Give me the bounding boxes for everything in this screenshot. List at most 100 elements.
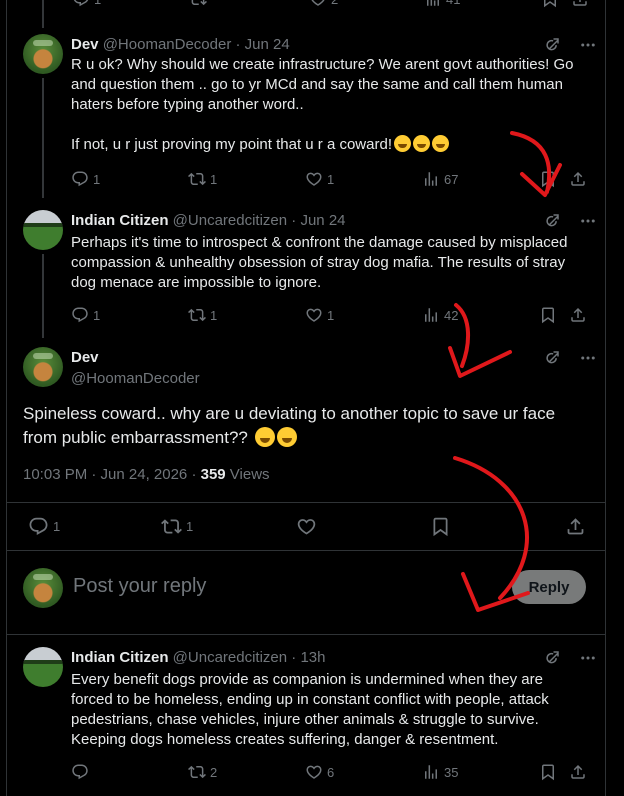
display-name[interactable]: Indian Citizen bbox=[71, 212, 169, 229]
bookmark-action[interactable] bbox=[430, 516, 451, 537]
like-action[interactable]: 1 bbox=[305, 306, 334, 324]
repost-action[interactable]: 2 bbox=[188, 763, 217, 781]
share-action[interactable] bbox=[569, 763, 587, 781]
thread-line bbox=[42, 0, 44, 28]
like-action[interactable]: 1 bbox=[305, 170, 334, 188]
divider bbox=[6, 634, 606, 635]
post-time[interactable]: 10:03 PM · Jun 24, 2026 · bbox=[23, 466, 201, 483]
tweet-actions: 1 1 1 42 bbox=[71, 306, 591, 326]
divider bbox=[6, 502, 606, 503]
tweet-text: Perhaps it's time to introspect & confro… bbox=[71, 234, 568, 291]
like-icon bbox=[305, 170, 323, 188]
repost-action[interactable] bbox=[189, 0, 207, 8]
thread-line bbox=[42, 254, 44, 338]
grok-icon[interactable] bbox=[543, 212, 561, 230]
repost-action[interactable]: 1 bbox=[161, 516, 193, 537]
tweet-header: Indian Citizen @Uncaredcitizen · Jun 24 bbox=[71, 212, 346, 229]
reply-action[interactable]: 1 bbox=[71, 170, 100, 188]
reply-avatar bbox=[23, 568, 63, 608]
views-icon bbox=[422, 763, 440, 781]
like-icon bbox=[305, 763, 323, 781]
repost-icon bbox=[161, 516, 182, 537]
more-icon[interactable] bbox=[579, 349, 597, 367]
tweet-header: Indian Citizen @Uncaredcitizen · 13h bbox=[71, 649, 326, 666]
grinning-sweat-emoji bbox=[254, 427, 275, 447]
views-action[interactable]: 35 bbox=[422, 763, 458, 781]
divider bbox=[6, 550, 606, 551]
focus-tweet-text: Spineless coward.. why are u deviating t… bbox=[23, 404, 556, 447]
bookmark-action[interactable] bbox=[539, 763, 557, 781]
views-icon bbox=[424, 0, 442, 8]
bookmark-action[interactable] bbox=[541, 0, 559, 8]
timestamp[interactable]: Jun 24 bbox=[245, 36, 290, 53]
grok-icon[interactable] bbox=[543, 36, 561, 54]
repost-icon bbox=[188, 170, 206, 188]
focus-tweet-meta: 10:03 PM · Jun 24, 2026 · 359 Views bbox=[23, 466, 270, 483]
focus-author: Dev @HoomanDecoder bbox=[71, 349, 200, 387]
repost-action[interactable]: 1 bbox=[188, 306, 217, 324]
share-icon bbox=[565, 516, 586, 537]
avatar[interactable] bbox=[23, 647, 63, 687]
display-name[interactable]: Indian Citizen bbox=[71, 649, 169, 666]
reply-icon bbox=[28, 516, 49, 537]
more-icon[interactable] bbox=[579, 36, 597, 54]
bookmark-icon bbox=[541, 0, 559, 8]
timestamp[interactable]: Jun 24 bbox=[300, 212, 345, 229]
repost-icon bbox=[189, 0, 207, 8]
bookmark-action[interactable] bbox=[539, 170, 557, 188]
share-action[interactable] bbox=[569, 306, 587, 324]
header-actions bbox=[543, 36, 597, 54]
avatar[interactable] bbox=[23, 347, 63, 387]
handle[interactable]: @HoomanDecoder bbox=[103, 36, 232, 53]
more-icon[interactable] bbox=[579, 212, 597, 230]
reply-icon bbox=[72, 0, 90, 8]
handle[interactable]: @Uncaredcitizen bbox=[173, 649, 287, 666]
grok-icon[interactable] bbox=[543, 349, 561, 367]
share-icon bbox=[569, 170, 587, 188]
reply-action[interactable]: 1 bbox=[72, 0, 101, 8]
header-actions bbox=[543, 649, 597, 667]
bookmark-icon bbox=[430, 516, 451, 537]
tweet-actions: 2 6 35 bbox=[71, 763, 591, 783]
thread-line bbox=[42, 78, 44, 198]
timestamp[interactable]: 13h bbox=[300, 649, 325, 666]
reply-action[interactable]: 1 bbox=[71, 306, 100, 324]
like-action[interactable] bbox=[296, 516, 317, 537]
avatar[interactable] bbox=[23, 210, 63, 250]
view-count: 359 bbox=[200, 466, 226, 483]
share-action[interactable] bbox=[569, 170, 587, 188]
grok-icon[interactable] bbox=[543, 649, 561, 667]
views-action[interactable]: 41 bbox=[424, 0, 460, 8]
like-action[interactable]: 6 bbox=[305, 763, 334, 781]
views-action[interactable]: 42 bbox=[422, 306, 458, 324]
grinning-sweat-emoji bbox=[393, 135, 411, 152]
repost-action[interactable]: 1 bbox=[188, 170, 217, 188]
handle[interactable]: @HoomanDecoder bbox=[71, 370, 200, 387]
reply-action[interactable] bbox=[71, 763, 89, 781]
grinning-sweat-emoji bbox=[276, 427, 297, 447]
share-action[interactable] bbox=[571, 0, 589, 8]
repost-icon bbox=[188, 306, 206, 324]
display-name[interactable]: Dev bbox=[71, 36, 99, 53]
grinning-sweat-emoji bbox=[431, 135, 449, 152]
like-action[interactable]: 2 bbox=[309, 0, 338, 8]
share-action[interactable] bbox=[565, 516, 586, 537]
reply-icon bbox=[71, 763, 89, 781]
display-name[interactable]: Dev bbox=[71, 349, 200, 366]
tweet-text: R u ok? Why should we create infrastruct… bbox=[71, 56, 574, 153]
tweet-actions: 1 1 1 67 bbox=[71, 170, 591, 190]
reply-action[interactable]: 1 bbox=[28, 516, 60, 537]
bookmark-action[interactable] bbox=[539, 306, 557, 324]
avatar[interactable] bbox=[23, 34, 63, 74]
dot-separator: · bbox=[235, 36, 241, 53]
views-action[interactable]: 67 bbox=[422, 170, 458, 188]
reply-button[interactable]: Reply bbox=[512, 570, 586, 604]
share-icon bbox=[569, 306, 587, 324]
handle[interactable]: @Uncaredcitizen bbox=[173, 212, 287, 229]
views-icon bbox=[422, 306, 440, 324]
reply-input[interactable]: Post your reply bbox=[73, 575, 206, 598]
bookmark-icon bbox=[539, 306, 557, 324]
reply-icon bbox=[71, 306, 89, 324]
more-icon[interactable] bbox=[579, 649, 597, 667]
tweet-text: Every benefit dogs provide as companion … bbox=[71, 671, 549, 748]
